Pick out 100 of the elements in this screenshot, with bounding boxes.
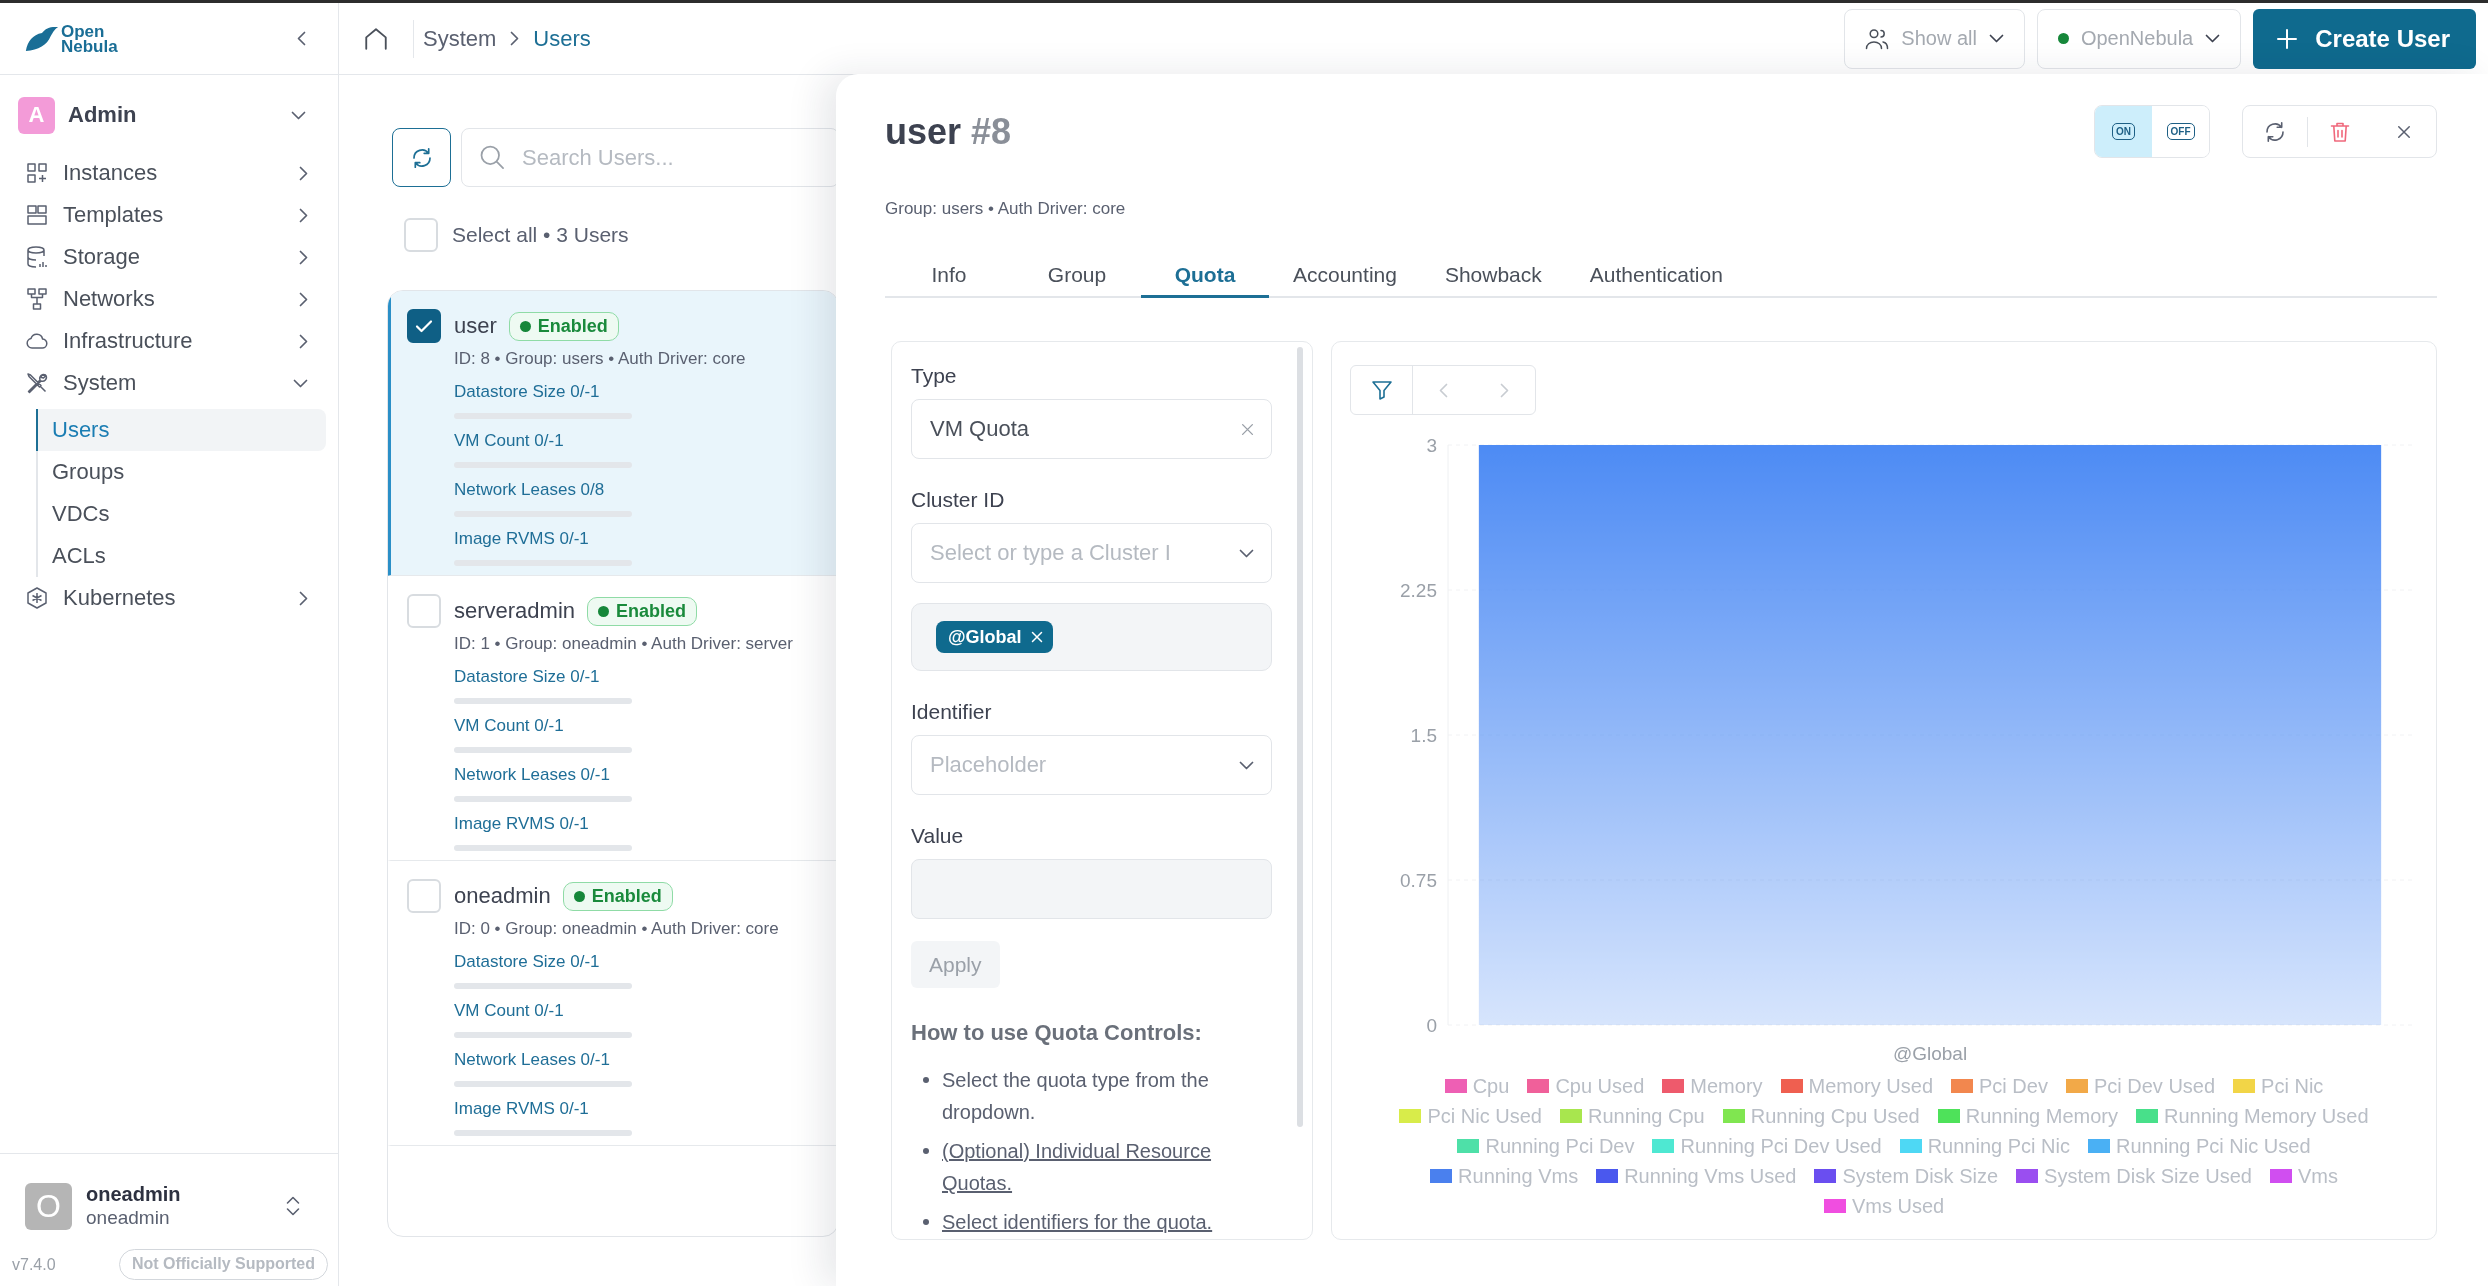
nav-item[interactable]: Kubernetes — [18, 577, 326, 619]
legend-label: Running Cpu Used — [1750, 1104, 1920, 1128]
user-name: serveradmin — [454, 598, 576, 624]
nav-item[interactable]: Templates — [18, 194, 326, 236]
nav-item[interactable]: System — [18, 362, 326, 404]
chevron-up-down-icon[interactable] — [286, 1196, 300, 1216]
select-field[interactable]: Select or type a Cluster I — [911, 523, 1272, 583]
chevron-down-icon[interactable] — [1239, 760, 1254, 770]
bullet-icon — [923, 1148, 929, 1154]
nav-subitem[interactable]: ACLs — [36, 535, 326, 577]
user-row[interactable]: oneadmin Enabled ID: 0 • Group: oneadmin • Auth Driver: core Datastore Size 0/-1 VM Count 0/-1 Network Leases 0/-1 Image RVMS 0/-1 — [388, 861, 838, 1146]
select-all-checkbox[interactable] — [404, 218, 438, 252]
version-text: v7.4.0 — [12, 1255, 56, 1274]
user-row[interactable]: serveradmin Enabled ID: 1 • Group: oneadmin • Auth Driver: server Datastore Size 0/-1 VM Count 0/-1 Network Leases 0/-1 Image RVMS 0/-1 — [388, 576, 838, 861]
plus-icon — [2277, 28, 2298, 49]
status-badge: Enabled — [587, 596, 698, 626]
user-meta: Group: users • Auth Driver: core — [885, 198, 1127, 220]
quota-label: VM Count 0/-1 — [454, 715, 564, 737]
nav-subitem[interactable]: VDCs — [36, 493, 326, 535]
tab[interactable]: Info — [885, 254, 1013, 298]
refresh-button[interactable] — [392, 128, 451, 187]
users-icon — [1865, 27, 1890, 50]
field-label: Type — [911, 363, 958, 389]
quota-label: Datastore Size 0/-1 — [454, 381, 600, 403]
user-group: oneadmin — [86, 1206, 170, 1230]
chevron-left-icon[interactable] — [297, 31, 306, 46]
nav-item[interactable]: Infrastructure — [18, 320, 326, 362]
help-link[interactable]: (Optional) Individual Resource Quotas. — [942, 1135, 1272, 1199]
nav-item[interactable]: Instances — [18, 152, 326, 194]
field-label: Identifier — [911, 699, 993, 725]
legend-label: Pci Nic — [2261, 1074, 2324, 1098]
user-name: user — [454, 313, 497, 339]
x-tick-label: @Global — [1892, 1043, 1968, 1064]
user-avatar: O — [25, 1182, 72, 1230]
tab[interactable]: Authentication — [1565, 254, 1747, 298]
chevron-down-icon — [1988, 34, 2004, 43]
help-title: How to use Quota Controls: — [911, 1019, 1203, 1047]
legend-label: Pci Nic Used — [1427, 1104, 1542, 1128]
status-dot-icon — [519, 320, 531, 332]
tab[interactable]: Showback — [1420, 254, 1566, 298]
home-icon[interactable] — [363, 25, 389, 52]
tab[interactable]: Group — [1013, 254, 1141, 298]
chips-field[interactable]: @Global — [911, 603, 1272, 671]
refresh-icon[interactable] — [2263, 119, 2287, 144]
user-meta: ID: 8 • Group: users • Auth Driver: core — [454, 348, 746, 370]
status-dot-icon — [573, 890, 585, 902]
legend-label: Pci Dev Used — [2093, 1074, 2216, 1098]
account-avatar: A — [18, 96, 55, 134]
legend-label: Running Pci Dev Used — [1680, 1134, 1882, 1158]
nav-item[interactable]: Networks — [18, 278, 326, 320]
quota-label: Network Leases 0/-1 — [454, 1049, 610, 1071]
legend-label: Running Vms — [1458, 1164, 1579, 1188]
legend-label: Pci Dev — [1979, 1074, 2048, 1098]
breadcrumb-link[interactable]: System — [423, 25, 497, 52]
user-name: oneadmin — [86, 1182, 181, 1206]
select-field[interactable]: VM Quota — [911, 399, 1272, 459]
help-text: Select the quota type from the dropdown. — [942, 1068, 1210, 1125]
legend-label: Memory Used — [1808, 1074, 1934, 1098]
chevron-down-icon[interactable] — [1239, 548, 1254, 558]
field-label: Cluster ID — [911, 487, 1006, 513]
filter-icon[interactable] — [1369, 378, 1394, 402]
status-badge: Enabled — [508, 311, 619, 341]
quota-label: Image RVMS 0/-1 — [454, 813, 589, 835]
create-user-button[interactable]: Create User — [2253, 8, 2476, 69]
tab[interactable]: Quota — [1141, 254, 1269, 298]
user-title: user #8 — [885, 110, 1012, 153]
legend-label: Running Memory — [1965, 1104, 2118, 1128]
bullet-icon — [923, 1077, 929, 1083]
state-toggle-button[interactable]: ON — [2095, 106, 2152, 157]
y-tick-label: 0 — [1426, 1015, 1437, 1036]
nav-subitem[interactable]: Users — [36, 409, 326, 451]
user-meta: ID: 0 • Group: oneadmin • Auth Driver: core — [454, 918, 779, 940]
scrollbar[interactable] — [1297, 347, 1303, 1127]
legend-label: Running Memory Used — [2164, 1104, 2369, 1128]
row-checkbox[interactable] — [407, 309, 441, 343]
close-icon[interactable] — [2397, 124, 2411, 139]
user-row[interactable]: user Enabled ID: 8 • Group: users • Auth Driver: core Datastore Size 0/-1 VM Count 0/-1 Network Leases 0/8 Image RVMS 0/-1 — [388, 291, 838, 576]
select-field[interactable]: Placeholder — [911, 735, 1272, 795]
search-field[interactable]: Search Users... — [461, 128, 839, 187]
legend-label: Running Pci Nic — [1927, 1134, 2070, 1158]
nav-subitem[interactable]: Groups — [36, 451, 326, 493]
quota-label: Datastore Size 0/-1 — [454, 951, 600, 973]
quota-label: VM Count 0/-1 — [454, 1000, 564, 1022]
layout-icon — [25, 203, 49, 227]
clear-icon[interactable] — [1241, 422, 1254, 436]
nav-item[interactable]: Storage — [18, 236, 326, 278]
help-link[interactable]: Select identifiers for the quota. — [942, 1206, 1213, 1238]
user-name: oneadmin — [454, 883, 551, 909]
chip[interactable]: @Global — [936, 621, 1053, 653]
hexagon-icon — [25, 586, 49, 610]
search-icon — [478, 143, 506, 171]
tab[interactable]: Accounting — [1269, 254, 1421, 298]
bullet-icon — [923, 1219, 929, 1225]
breadcrumb-link[interactable]: Users — [533, 25, 591, 52]
y-tick-label: 2.25 — [1400, 580, 1437, 601]
logo-icon — [25, 25, 59, 52]
chevron-down-icon[interactable] — [291, 110, 306, 120]
quota-label: Network Leases 0/8 — [454, 479, 605, 501]
chevron-down-icon — [2205, 34, 2221, 43]
y-tick-label: 3 — [1426, 435, 1437, 456]
